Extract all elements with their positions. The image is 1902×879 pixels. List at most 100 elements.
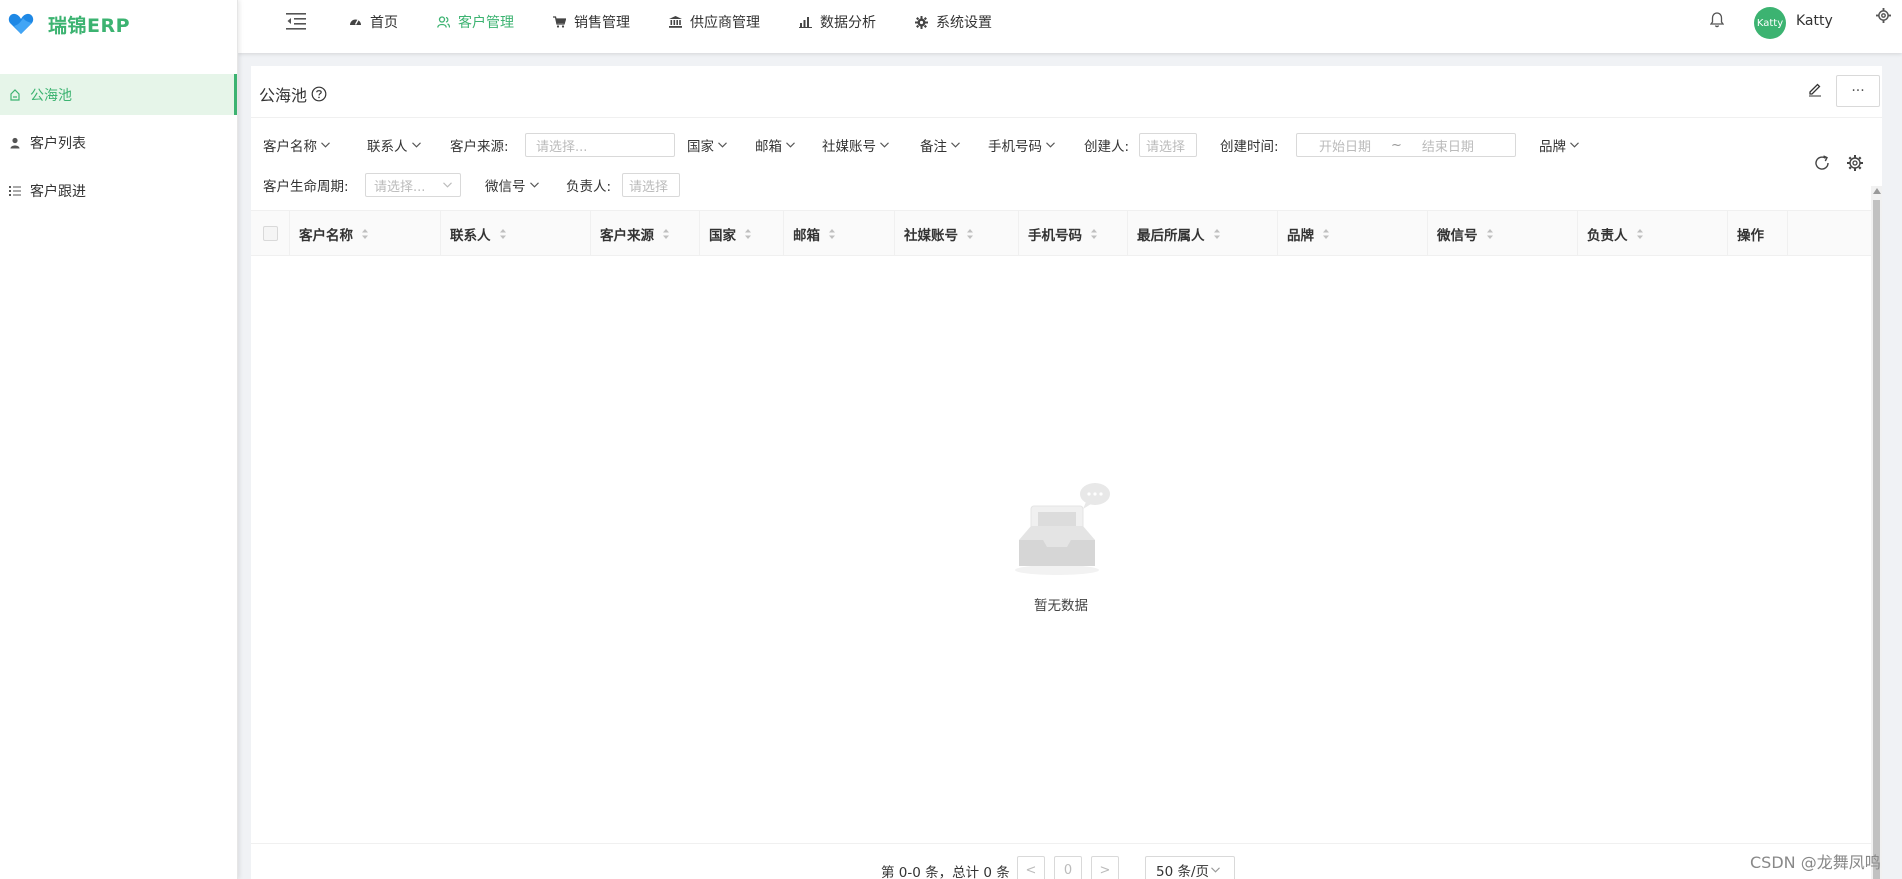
bell-icon[interactable] — [1709, 12, 1726, 30]
filter-label: 品牌 — [1539, 139, 1566, 155]
sort-icon[interactable] — [361, 228, 369, 240]
chevron-down-icon — [1046, 142, 1055, 148]
filter-remark[interactable]: 备注 — [920, 132, 960, 158]
col-contact[interactable]: 联系人 — [441, 211, 591, 256]
bar-chart-icon — [798, 15, 812, 29]
lifecycle-select[interactable]: 请选择... — [365, 173, 461, 197]
column-settings-icon[interactable] — [1846, 154, 1864, 172]
col-phone[interactable]: 手机号码 — [1019, 211, 1128, 256]
scroll-thumb[interactable] — [1873, 200, 1880, 879]
filter-contact[interactable]: 联系人 — [367, 132, 421, 158]
chevron-down-icon — [786, 142, 795, 148]
sidebar-item-customer-list[interactable]: 客户列表 — [0, 122, 237, 163]
page-size-select[interactable]: 50 条/页 — [1145, 856, 1235, 879]
end-date-input[interactable]: 结束日期 — [1422, 136, 1474, 155]
col-brand[interactable]: 品牌 — [1278, 211, 1428, 256]
nav-item-system-settings[interactable]: 系统设置 — [914, 12, 992, 32]
nav-item-data-analysis[interactable]: 数据分析 — [798, 12, 876, 32]
table-header: 客户名称 联系人 客户来源 国家 邮箱 社媒账号 手机号码 最后所属人 品牌 微… — [251, 210, 1872, 256]
pagination-total: 第 0-0 条，总计 0 条 — [881, 865, 1010, 879]
col-label: 客户来源 — [600, 227, 654, 244]
col-owner[interactable]: 负责人 — [1578, 211, 1728, 256]
next-page-button[interactable]: > — [1091, 856, 1119, 879]
watermark: CSDN @龙舞凤鸣 — [1750, 853, 1881, 872]
chevron-down-icon — [443, 182, 452, 188]
col-label: 邮箱 — [793, 227, 820, 244]
filter-label: 邮箱 — [755, 139, 782, 155]
vertical-scrollbar[interactable] — [1871, 186, 1882, 879]
sort-icon[interactable] — [1322, 228, 1330, 240]
filter-wechat[interactable]: 微信号 — [485, 172, 539, 198]
nav-item-customer-management[interactable]: 客户管理 — [436, 12, 514, 32]
filter-brand[interactable]: 品牌 — [1539, 132, 1579, 158]
col-wechat[interactable]: 微信号 — [1428, 211, 1578, 256]
filter-label: 国家 — [687, 139, 714, 155]
filter-row-1: 客户名称 联系人 客户来源: 请选择... 国家 邮箱 社媒账号 备注 手机号码… — [261, 132, 1821, 158]
more-button[interactable]: ··· — [1836, 75, 1880, 107]
col-social[interactable]: 社媒账号 — [895, 211, 1019, 256]
user-name[interactable]: Katty — [1796, 13, 1833, 29]
col-customer-name[interactable]: 客户名称 — [290, 211, 441, 256]
list-icon — [8, 184, 22, 198]
col-label: 社媒账号 — [904, 227, 958, 244]
filter-label: 联系人 — [367, 139, 408, 155]
menu-collapse-icon[interactable] — [286, 12, 306, 30]
edit-icon[interactable] — [1807, 81, 1825, 99]
owner-select[interactable]: 请选择 — [622, 173, 680, 197]
sidebar-item-customer-followup[interactable]: 客户跟进 — [0, 170, 237, 211]
col-source[interactable]: 客户来源 — [591, 211, 700, 256]
refresh-icon[interactable] — [1813, 154, 1831, 172]
page-number-button[interactable]: 0 — [1054, 856, 1082, 879]
chevron-down-icon — [1211, 867, 1220, 873]
sort-icon[interactable] — [1486, 228, 1494, 240]
logo[interactable]: 瑞锦ERP — [0, 0, 237, 48]
filter-phone[interactable]: 手机号码 — [988, 132, 1055, 158]
dashboard-icon — [348, 15, 362, 29]
sort-icon[interactable] — [662, 228, 670, 240]
source-select[interactable]: 请选择... — [525, 133, 675, 157]
chevron-down-icon — [718, 142, 727, 148]
help-icon[interactable] — [311, 86, 327, 102]
filter-social[interactable]: 社媒账号 — [822, 132, 889, 158]
scroll-up-arrow-icon[interactable] — [1873, 188, 1881, 194]
sort-icon[interactable] — [744, 228, 752, 240]
col-email[interactable]: 邮箱 — [784, 211, 895, 256]
card-header: 公海池 ··· — [251, 66, 1882, 118]
filter-owner-label: 负责人: — [566, 179, 612, 195]
col-label: 联系人 — [450, 227, 491, 244]
filter-customer-name[interactable]: 客户名称 — [263, 132, 330, 158]
filter-label: 客户名称 — [263, 139, 317, 155]
lifecycle-placeholder: 请选择... — [374, 179, 426, 195]
nav-item-home[interactable]: 首页 — [348, 12, 398, 32]
nav-item-supplier-management[interactable]: 供应商管理 — [668, 12, 760, 32]
sort-icon[interactable] — [1090, 228, 1098, 240]
sort-icon[interactable] — [966, 228, 974, 240]
col-label: 国家 — [709, 227, 736, 244]
col-country[interactable]: 国家 — [700, 211, 784, 256]
col-last-owner[interactable]: 最后所属人 — [1128, 211, 1278, 256]
sidebar-item-label: 客户列表 — [30, 135, 86, 152]
filter-country[interactable]: 国家 — [687, 132, 727, 158]
sort-icon[interactable] — [828, 228, 836, 240]
sidebar-item-public-pool[interactable]: 公海池 — [0, 74, 237, 115]
gear-icon — [914, 15, 928, 29]
avatar[interactable]: Katty — [1754, 7, 1786, 39]
col-label: 手机号码 — [1028, 227, 1082, 244]
filter-created-time-label: 创建时间: — [1220, 139, 1279, 155]
settings-gear-icon[interactable] — [1876, 8, 1892, 24]
pool-icon — [8, 88, 22, 102]
nav-item-sales-management[interactable]: 销售管理 — [552, 12, 630, 32]
user-icon — [8, 136, 22, 150]
sort-icon[interactable] — [1213, 228, 1221, 240]
sidebar-menu: 公海池 客户列表 客户跟进 — [0, 74, 237, 211]
nav-item-label: 系统设置 — [936, 15, 992, 31]
filter-email[interactable]: 邮箱 — [755, 132, 795, 158]
date-range-picker[interactable]: 开始日期 ~ 结束日期 — [1296, 133, 1516, 157]
sort-icon[interactable] — [1636, 228, 1644, 240]
start-date-input[interactable]: 开始日期 — [1319, 136, 1371, 155]
empty-state: 暂无数据 — [1011, 482, 1111, 614]
sidebar: 瑞锦ERP 公海池 客户列表 客户跟进 — [0, 0, 238, 879]
prev-page-button[interactable]: < — [1017, 856, 1045, 879]
creator-select[interactable]: 请选择 — [1139, 133, 1197, 157]
sort-icon[interactable] — [499, 228, 507, 240]
